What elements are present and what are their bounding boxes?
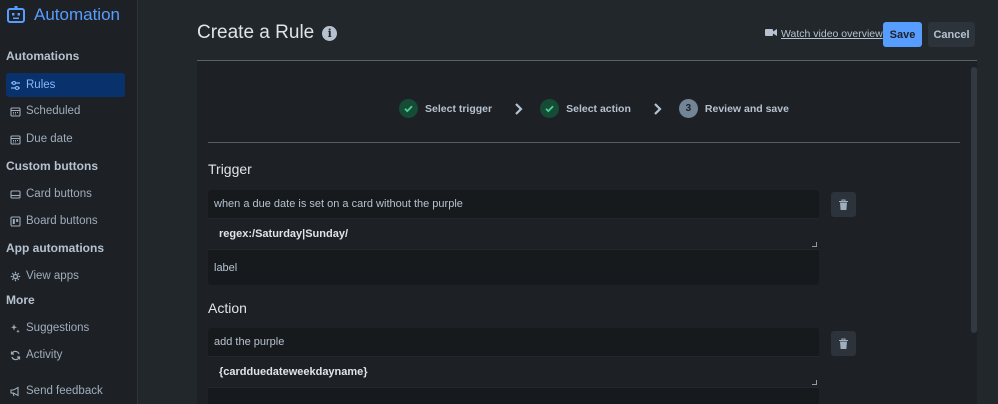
stepper: Select trigger Select action 3 Review an… (399, 99, 789, 118)
step-review-and-save[interactable]: 3 Review and save (678, 99, 789, 118)
sidebar-item-card-buttons[interactable]: Card buttons (6, 182, 125, 206)
sidebar-item-label: Scheduled (26, 105, 81, 117)
sidebar-item-label: Send feedback (26, 385, 103, 397)
trigger-regex-input[interactable]: regex:/Saturday|Sunday/ (208, 219, 819, 250)
sidebar-item-rules[interactable]: Rules (6, 73, 125, 97)
sidebar-item-label: Rules (26, 79, 56, 91)
trash-icon (839, 198, 848, 210)
megaphone-icon (10, 386, 21, 397)
board-icon (10, 215, 21, 227)
refresh-icon (10, 350, 21, 361)
resize-handle[interactable] (812, 380, 817, 385)
resize-handle[interactable] (812, 242, 817, 247)
trigger-text: when a due date is set on a card without… (208, 190, 819, 219)
main-content: Create a Rule i Watch video overview Sav… (138, 0, 998, 404)
step-select-action[interactable]: Select action (540, 99, 631, 118)
sidebar-item-label: Board buttons (26, 215, 98, 227)
chevron-right-icon (653, 102, 663, 116)
sidebar-item-label: Activity (26, 349, 63, 361)
card-icon (10, 189, 21, 200)
trigger-regex-value: regex:/Saturday|Sunday/ (219, 228, 349, 240)
gear-icon (10, 271, 21, 282)
robot-icon (6, 5, 26, 25)
delete-action-button[interactable] (831, 331, 856, 356)
sidebar-item-label: Due date (26, 133, 73, 145)
video-camera-icon (765, 28, 777, 40)
sparkle-icon (10, 323, 21, 334)
trigger-suffix: label (214, 261, 238, 274)
step-label: Review and save (704, 102, 789, 115)
checkmark-icon (540, 99, 560, 118)
action-heading: Action (208, 300, 247, 316)
section-automations: Automations (6, 49, 80, 63)
rule-panel: Select trigger Select action 3 Review an… (197, 61, 977, 404)
cancel-button[interactable]: Cancel (928, 22, 975, 47)
brand[interactable]: Automation (6, 4, 120, 26)
watch-video-label: Watch video overview (781, 28, 883, 40)
step-number: 3 (678, 99, 698, 118)
watch-video-link[interactable]: Watch video overview (765, 28, 883, 40)
action-box: add the purple {cardduedateweekdayname} (208, 328, 819, 404)
action-text: add the purple (208, 328, 819, 357)
chevron-right-icon (514, 102, 524, 116)
trigger-box: when a due date is set on a card without… (208, 190, 819, 285)
action-input-value: {cardduedateweekdayname} (219, 366, 368, 378)
save-button[interactable]: Save (883, 22, 922, 47)
sidebar: Automation Automations Rules Scheduled D… (0, 0, 138, 404)
action-value-input[interactable]: {cardduedateweekdayname} (208, 357, 819, 388)
brand-title: Automation (34, 5, 120, 24)
page-title: Create a Rule i (197, 22, 338, 44)
sidebar-item-scheduled[interactable]: Scheduled (6, 99, 125, 123)
sidebar-item-send-feedback[interactable]: Send feedback (6, 379, 125, 403)
sidebar-item-label: Suggestions (26, 322, 90, 334)
calendar-icon (10, 106, 21, 117)
sliders-icon (10, 80, 21, 91)
sidebar-item-suggestions[interactable]: Suggestions (6, 316, 125, 340)
page-title-text: Create a Rule (197, 22, 315, 43)
sidebar-item-due-date[interactable]: Due date (6, 127, 125, 151)
sidebar-item-label: Card buttons (26, 188, 92, 200)
trigger-heading: Trigger (208, 161, 252, 177)
calendar-icon (10, 134, 21, 145)
trash-icon (839, 337, 848, 349)
delete-trigger-button[interactable] (831, 192, 856, 217)
info-icon[interactable]: i (322, 25, 338, 41)
scrollbar[interactable] (971, 67, 977, 333)
checkmark-icon (399, 99, 418, 118)
sidebar-item-board-buttons[interactable]: Board buttons (6, 209, 125, 233)
steps-divider (208, 142, 960, 143)
sidebar-item-view-apps[interactable]: View apps (6, 264, 125, 288)
step-select-trigger[interactable]: Select trigger (399, 99, 492, 118)
section-more: More (6, 293, 35, 307)
step-label: Select trigger (425, 102, 493, 115)
sidebar-item-activity[interactable]: Activity (6, 343, 125, 367)
sidebar-item-label: View apps (26, 270, 79, 282)
step-label: Select action (566, 102, 631, 115)
section-custom-buttons: Custom buttons (6, 159, 98, 173)
section-app-automations: App automations (6, 241, 104, 255)
